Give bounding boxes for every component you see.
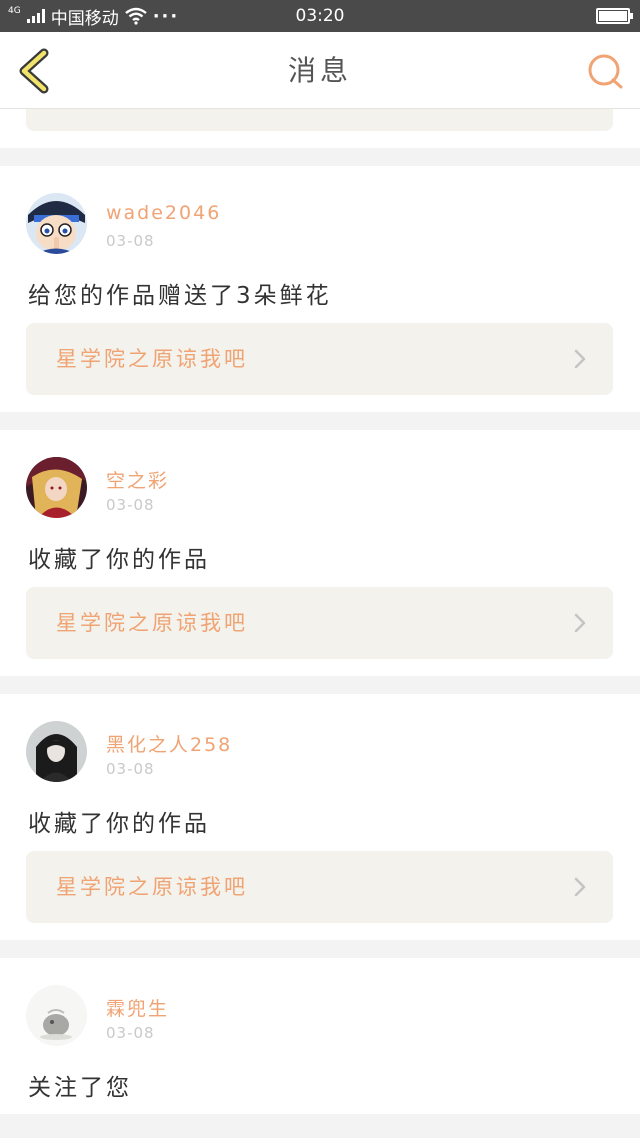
work-title: 星学院之原谅我吧 — [56, 875, 248, 899]
avatar[interactable] — [26, 457, 87, 518]
message-action-text: 收藏了你的作品 — [28, 811, 210, 837]
message-date: 03-08 — [106, 496, 155, 514]
chevron-right-icon — [574, 349, 586, 369]
status-time: 03:20 — [295, 6, 345, 26]
list-item: 空之彩 03-08 收藏了你的作品 星学院之原谅我吧 — [0, 430, 640, 676]
avatar[interactable] — [26, 985, 87, 1046]
status-bar: 4G 中国移动 ··· 03:20 — [0, 0, 640, 32]
chevron-right-icon — [574, 613, 586, 633]
username[interactable]: 黑化之人258 — [106, 730, 232, 757]
search-button[interactable] — [586, 52, 624, 90]
list-item: wade2046 03-08 给您的作品赠送了3朵鲜花 星学院之原谅我吧 — [0, 166, 640, 412]
work-link[interactable]: 星学院之原谅我吧 — [26, 323, 613, 395]
message-date: 03-08 — [106, 232, 155, 250]
app-header: 消息 — [0, 32, 640, 109]
list-item: 黑化之人258 03-08 收藏了你的作品 星学院之原谅我吧 — [0, 694, 640, 940]
chevron-right-icon — [574, 877, 586, 897]
work-link-partial[interactable] — [26, 109, 613, 131]
message-action-text: 关注了您 — [28, 1075, 132, 1101]
work-link[interactable]: 星学院之原谅我吧 — [26, 851, 613, 923]
search-icon — [588, 54, 623, 89]
work-title: 星学院之原谅我吧 — [56, 347, 248, 371]
avatar[interactable] — [26, 721, 87, 782]
username[interactable]: 霖兜生 — [106, 994, 169, 1021]
message-list[interactable]: wade2046 03-08 给您的作品赠送了3朵鲜花 星学院之原谅我吧 空之彩… — [0, 109, 640, 1138]
message-date: 03-08 — [106, 1024, 155, 1042]
message-action-text: 给您的作品赠送了3朵鲜花 — [28, 283, 332, 309]
work-link[interactable]: 星学院之原谅我吧 — [26, 587, 613, 659]
username[interactable]: wade2046 — [106, 202, 221, 224]
work-title: 星学院之原谅我吧 — [56, 611, 248, 635]
list-item-partial — [0, 109, 640, 148]
message-date: 03-08 — [106, 760, 155, 778]
list-item: 霖兜生 03-08 关注了您 — [0, 958, 640, 1114]
battery-icon — [596, 8, 633, 24]
message-action-text: 收藏了你的作品 — [28, 547, 210, 573]
page-title: 消息 — [287, 54, 352, 87]
avatar[interactable] — [26, 193, 87, 254]
username[interactable]: 空之彩 — [106, 466, 169, 493]
